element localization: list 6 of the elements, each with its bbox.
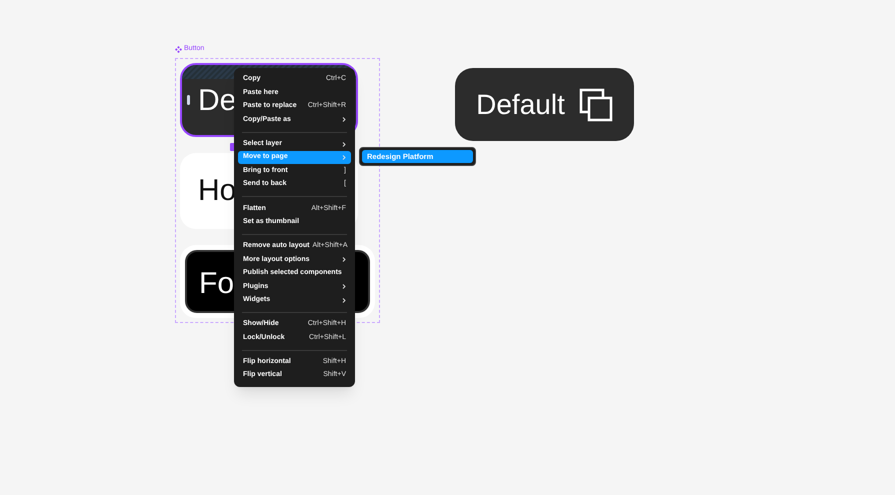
copy-icon	[578, 88, 613, 122]
button-label: Fo	[199, 266, 234, 302]
preview-button[interactable]: Default	[455, 68, 634, 141]
component-icon	[175, 46, 182, 52]
button-label: De	[198, 83, 236, 119]
button-label: Ho	[198, 173, 236, 209]
